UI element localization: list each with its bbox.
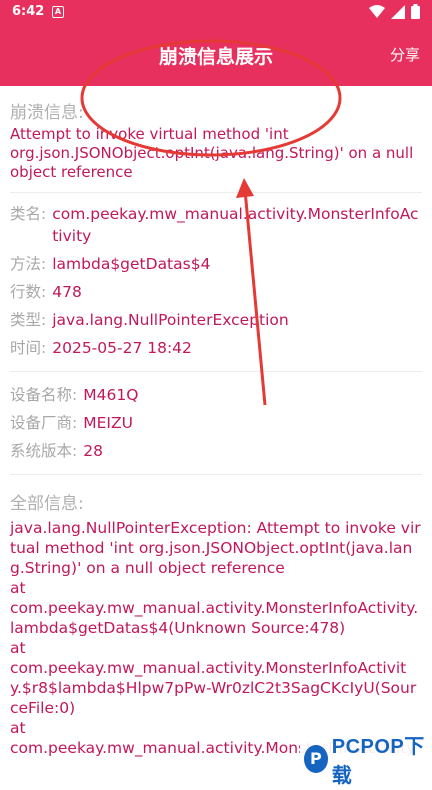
device-value: MEIZU bbox=[83, 414, 133, 432]
detail-list: 类名: com.peekay.mw_manual.activity.Monste… bbox=[10, 203, 422, 359]
share-button[interactable]: 分享 bbox=[390, 44, 420, 65]
detail-key: 时间: bbox=[10, 339, 47, 357]
detail-key: 类型: bbox=[10, 311, 47, 329]
detail-row-class: 类名: com.peekay.mw_manual.activity.Monste… bbox=[10, 203, 422, 247]
watermark-text: PCPOP下载 bbox=[331, 736, 425, 787]
watermark: P PCPOP下载 bbox=[300, 728, 432, 790]
device-row-vendor: 设备厂商: MEIZU bbox=[10, 412, 422, 434]
watermark-logo-icon: P bbox=[304, 745, 328, 773]
detail-key: 类名: bbox=[10, 205, 47, 223]
status-time: 6:42 bbox=[12, 4, 45, 19]
detail-value: lambda$getDatas$4 bbox=[52, 255, 211, 273]
device-value: M461Q bbox=[83, 386, 139, 404]
detail-value: 478 bbox=[52, 283, 82, 301]
full-stack-trace: java.lang.NullPointerException: Attempt … bbox=[10, 519, 421, 757]
device-row-name: 设备名称: M461Q bbox=[10, 384, 422, 406]
device-key: 设备厂商: bbox=[10, 414, 78, 432]
full-info-label: 全部信息: bbox=[10, 494, 84, 514]
crash-info-label: 崩溃信息: bbox=[10, 103, 84, 123]
crash-content: 崩溃信息: Attempt to invoke virtual method '… bbox=[10, 86, 422, 758]
device-key: 设备名称: bbox=[10, 386, 78, 404]
detail-row-method: 方法: lambda$getDatas$4 bbox=[10, 253, 422, 275]
detail-row-time: 时间: 2025-05-27 18:42 bbox=[10, 337, 422, 359]
app-bar: 崩溃信息展示 分享 bbox=[0, 24, 432, 86]
status-bar: 6:42 A bbox=[0, 0, 432, 24]
device-row-version: 系统版本: 28 bbox=[10, 440, 422, 462]
detail-row-line: 行数: 478 bbox=[10, 281, 422, 303]
detail-key: 方法: bbox=[10, 255, 47, 273]
detail-value: com.peekay.mw_manual.activity.MonsterInf… bbox=[52, 205, 419, 245]
device-key: 系统版本: bbox=[10, 442, 78, 460]
wifi-icon bbox=[369, 4, 385, 18]
signal-icon bbox=[391, 4, 405, 19]
device-value: 28 bbox=[83, 442, 103, 460]
page-title: 崩溃信息展示 bbox=[158, 46, 273, 68]
detail-value: 2025-05-27 18:42 bbox=[52, 339, 192, 357]
status-icons bbox=[369, 4, 420, 19]
device-list: 设备名称: M461Q 设备厂商: MEIZU 系统版本: 28 bbox=[10, 384, 422, 462]
detail-row-type: 类型: java.lang.NullPointerException bbox=[10, 309, 422, 331]
battery-icon bbox=[411, 4, 420, 19]
detail-value: java.lang.NullPointerException bbox=[52, 311, 289, 329]
crash-message: Attempt to invoke virtual method 'int or… bbox=[10, 125, 414, 181]
notification-icon: A bbox=[52, 6, 64, 18]
detail-key: 行数: bbox=[10, 283, 47, 301]
